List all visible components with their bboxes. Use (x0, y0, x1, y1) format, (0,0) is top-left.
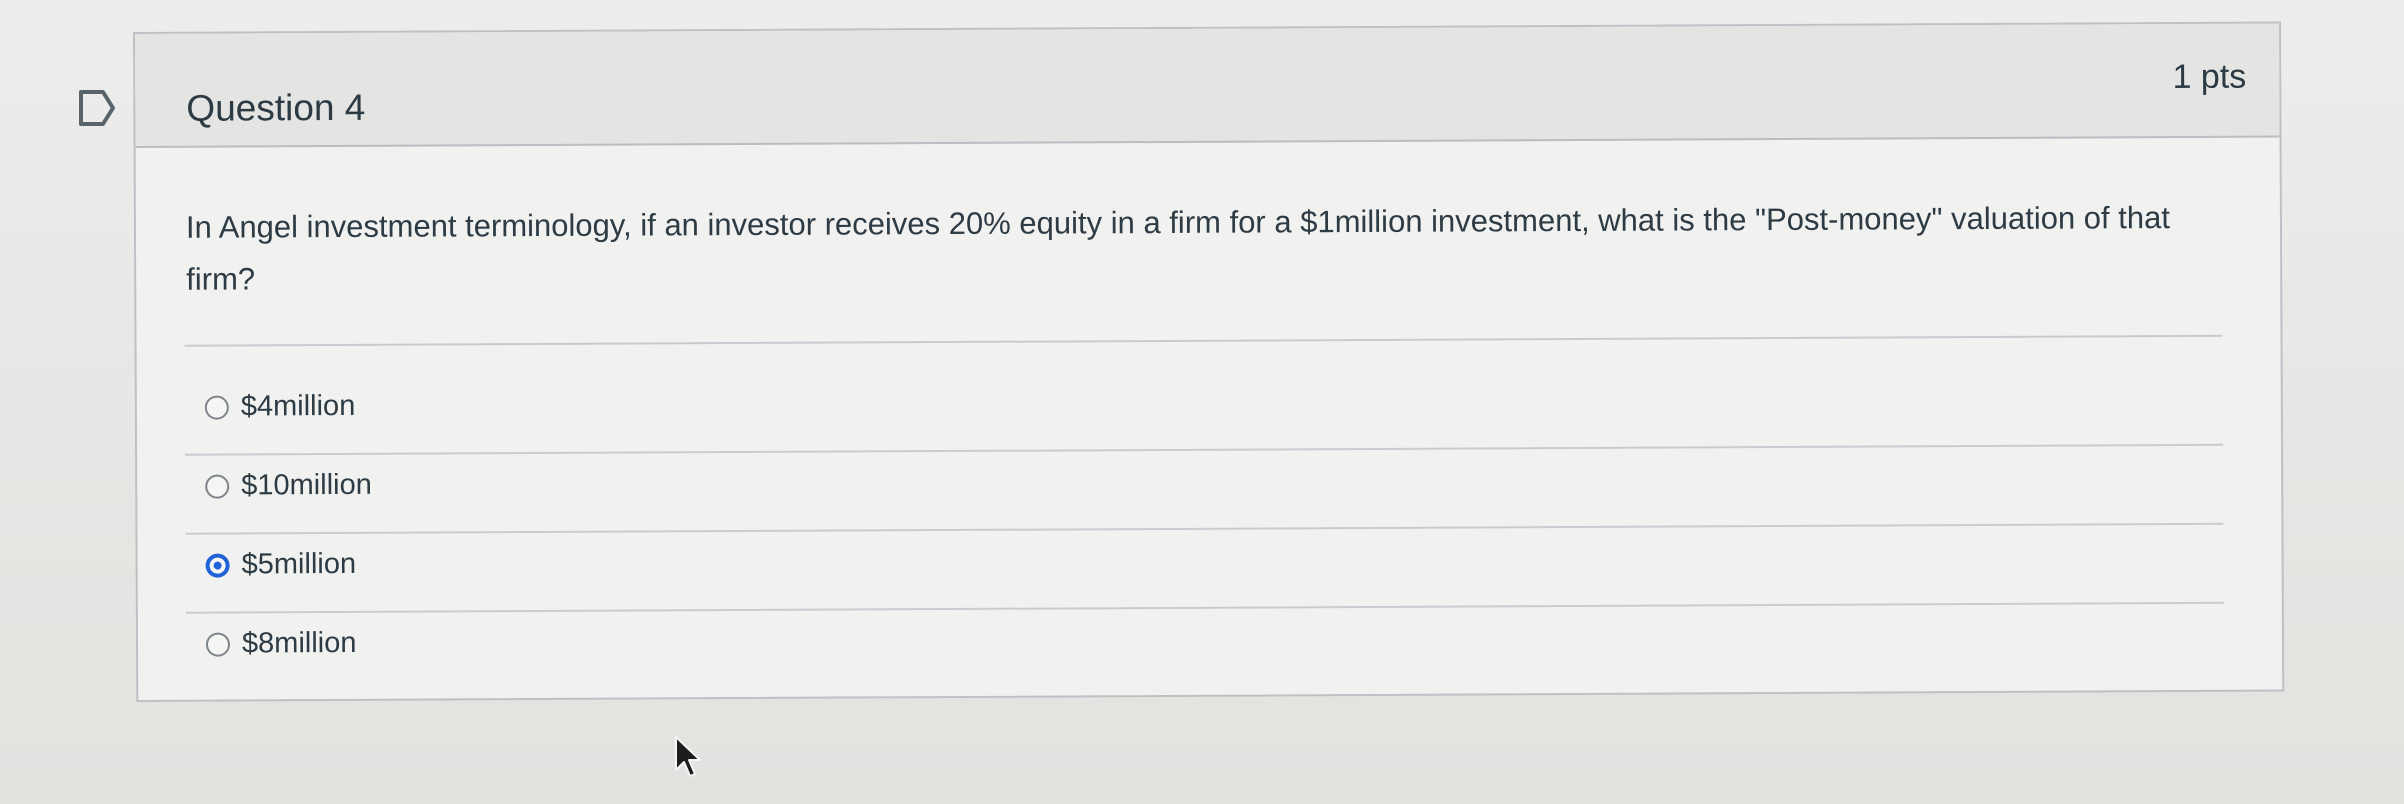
radio-button[interactable] (205, 632, 231, 657)
answer-option[interactable]: $4million (184, 366, 2224, 456)
question-prompt: In Angel investment terminology, if an i… (185, 200, 2171, 297)
answer-label: $4million (240, 389, 356, 423)
answer-option[interactable]: $8million (186, 604, 2224, 691)
radio-button[interactable] (205, 474, 230, 499)
radio-button[interactable] (204, 395, 229, 420)
answer-label: $8million (241, 626, 357, 660)
question-card: Question 4 1 pts In Angel investment ter… (133, 21, 2285, 702)
question-divider (184, 334, 2223, 347)
mouse-cursor-icon (675, 736, 701, 777)
answer-option-selected[interactable]: $5million (185, 524, 2224, 614)
answer-option[interactable]: $10million (185, 445, 2224, 535)
question-header: Question 4 1 pts (135, 23, 2280, 148)
answer-label: $10million (241, 468, 372, 502)
flag-question-icon[interactable] (78, 88, 118, 128)
selected-radio-button[interactable] (205, 553, 230, 578)
answer-options: $4million $10million $5million $8million (184, 366, 2225, 691)
answer-label: $5million (241, 547, 357, 581)
question-title: Question 4 (186, 86, 366, 129)
question-points: 1 pts (2172, 57, 2247, 97)
